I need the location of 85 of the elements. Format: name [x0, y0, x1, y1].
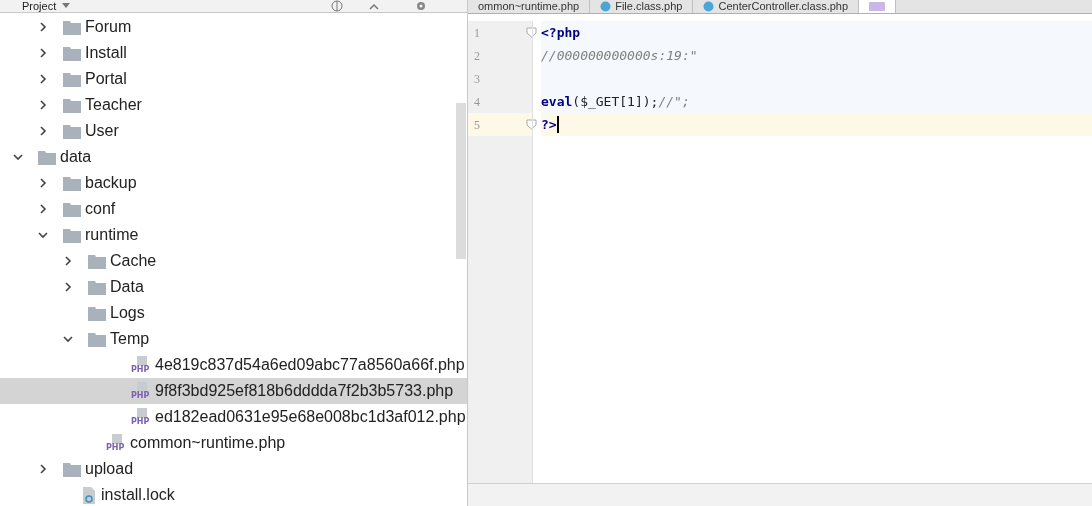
- crosshair-icon[interactable]: [331, 0, 343, 12]
- tree-row[interactable]: install.lock: [0, 482, 467, 506]
- line-number: 3: [474, 70, 480, 88]
- folder-icon: [63, 175, 81, 191]
- tree-row[interactable]: PHP 9f8f3bd925ef818b6dddda7f2b3b5733.php: [0, 378, 467, 404]
- scrollbar[interactable]: [456, 103, 466, 259]
- tree-row[interactable]: Forum: [0, 14, 467, 40]
- tree-label: data: [60, 147, 92, 167]
- tree-label: Forum: [85, 17, 132, 37]
- fold-marker-icon[interactable]: [526, 119, 537, 130]
- folder-icon: [63, 461, 81, 477]
- tab-label: CenterController.class.php: [718, 1, 849, 12]
- tree-label: backup: [85, 173, 137, 193]
- class-icon: [703, 1, 715, 12]
- folder-icon: [63, 123, 81, 139]
- tree-row[interactable]: PHP common~runtime.php: [0, 430, 467, 456]
- tree-row[interactable]: runtime: [0, 222, 467, 248]
- folder-icon: [38, 149, 56, 165]
- tree-label: Install: [85, 43, 127, 63]
- tree-label: runtime: [85, 225, 139, 245]
- chevron-right-icon[interactable]: [38, 100, 48, 110]
- tree-label: User: [85, 121, 119, 141]
- tree-row[interactable]: Cache: [0, 248, 467, 274]
- tree-row[interactable]: PHP ed182ead0631e95e68e008bc1d3af012.php: [0, 404, 467, 430]
- chevron-right-icon[interactable]: [38, 464, 48, 474]
- chevron-right-icon[interactable]: [38, 204, 48, 214]
- tree-label: Temp: [110, 329, 150, 349]
- tree-row[interactable]: Logs: [0, 300, 467, 326]
- tree-label: Portal: [85, 69, 127, 89]
- chevron-right-icon[interactable]: [38, 22, 48, 32]
- line-number: 2: [474, 47, 480, 65]
- tree-row[interactable]: Temp: [0, 326, 467, 352]
- line-number: 5: [474, 116, 480, 134]
- folder-icon: [63, 19, 81, 35]
- folder-icon: [88, 305, 106, 321]
- folder-icon: [88, 279, 106, 295]
- tree-row[interactable]: data: [0, 144, 467, 170]
- tree-label: common~runtime.php: [130, 433, 286, 453]
- tree-label: Cache: [110, 251, 157, 271]
- panel-title: Project: [22, 0, 57, 12]
- folder-icon: [63, 97, 81, 113]
- folder-icon: [63, 71, 81, 87]
- chevron-down-icon[interactable]: [13, 152, 23, 162]
- tree-label: Logs: [110, 303, 145, 323]
- tree-row[interactable]: Install: [0, 40, 467, 66]
- tree-row[interactable]: Teacher: [0, 92, 467, 118]
- fold-marker-icon[interactable]: [526, 27, 537, 38]
- tree-row[interactable]: Data: [0, 274, 467, 300]
- folder-icon: [88, 331, 106, 347]
- php-file-icon: [869, 2, 886, 11]
- tree-label: 4e819c837d54a6ed09abc77a8560a66f.php: [155, 355, 465, 375]
- tree-label: Data: [110, 277, 144, 297]
- chevron-right-icon[interactable]: [38, 178, 48, 188]
- chevron-down-icon[interactable]: [38, 230, 48, 240]
- tree-row[interactable]: conf: [0, 196, 467, 222]
- tree-label: upload: [85, 459, 134, 479]
- caret-down-icon: [62, 3, 71, 9]
- tree-label: Teacher: [85, 95, 142, 115]
- text-cursor: [556, 116, 559, 133]
- folder-icon: [88, 253, 106, 269]
- folder-icon: [63, 227, 81, 243]
- chevron-right-icon[interactable]: [38, 48, 48, 58]
- chevron-right-icon[interactable]: [38, 126, 48, 136]
- settings-icon[interactable]: [415, 0, 427, 12]
- tab-label: ommon~runtime.php: [478, 1, 580, 12]
- collapse-icon[interactable]: [369, 2, 379, 10]
- tab-label: File.class.php: [615, 1, 683, 12]
- line-number: 1: [474, 24, 480, 42]
- tree-label: conf: [85, 199, 116, 219]
- chevron-right-icon[interactable]: [63, 282, 73, 292]
- tree-row[interactable]: backup: [0, 170, 467, 196]
- folder-icon: [63, 45, 81, 61]
- tree-label: 9f8f3bd925ef818b6dddda7f2b3b5733.php: [155, 381, 454, 401]
- folder-icon: [63, 201, 81, 217]
- tree-row[interactable]: upload: [0, 456, 467, 482]
- chevron-right-icon[interactable]: [63, 256, 73, 266]
- chevron-right-icon[interactable]: [38, 74, 48, 84]
- chevron-down-icon[interactable]: [63, 334, 73, 344]
- tree-row[interactable]: Portal: [0, 66, 467, 92]
- tree-label: ed182ead0631e95e68e008bc1d3af012.php: [155, 407, 466, 427]
- tree-label: install.lock: [101, 485, 175, 505]
- line-number: 4: [474, 93, 480, 111]
- tree-row[interactable]: User: [0, 118, 467, 144]
- class-icon: [600, 1, 612, 12]
- tree-row[interactable]: PHP 4e819c837d54a6ed09abc77a8560a66f.php: [0, 352, 467, 378]
